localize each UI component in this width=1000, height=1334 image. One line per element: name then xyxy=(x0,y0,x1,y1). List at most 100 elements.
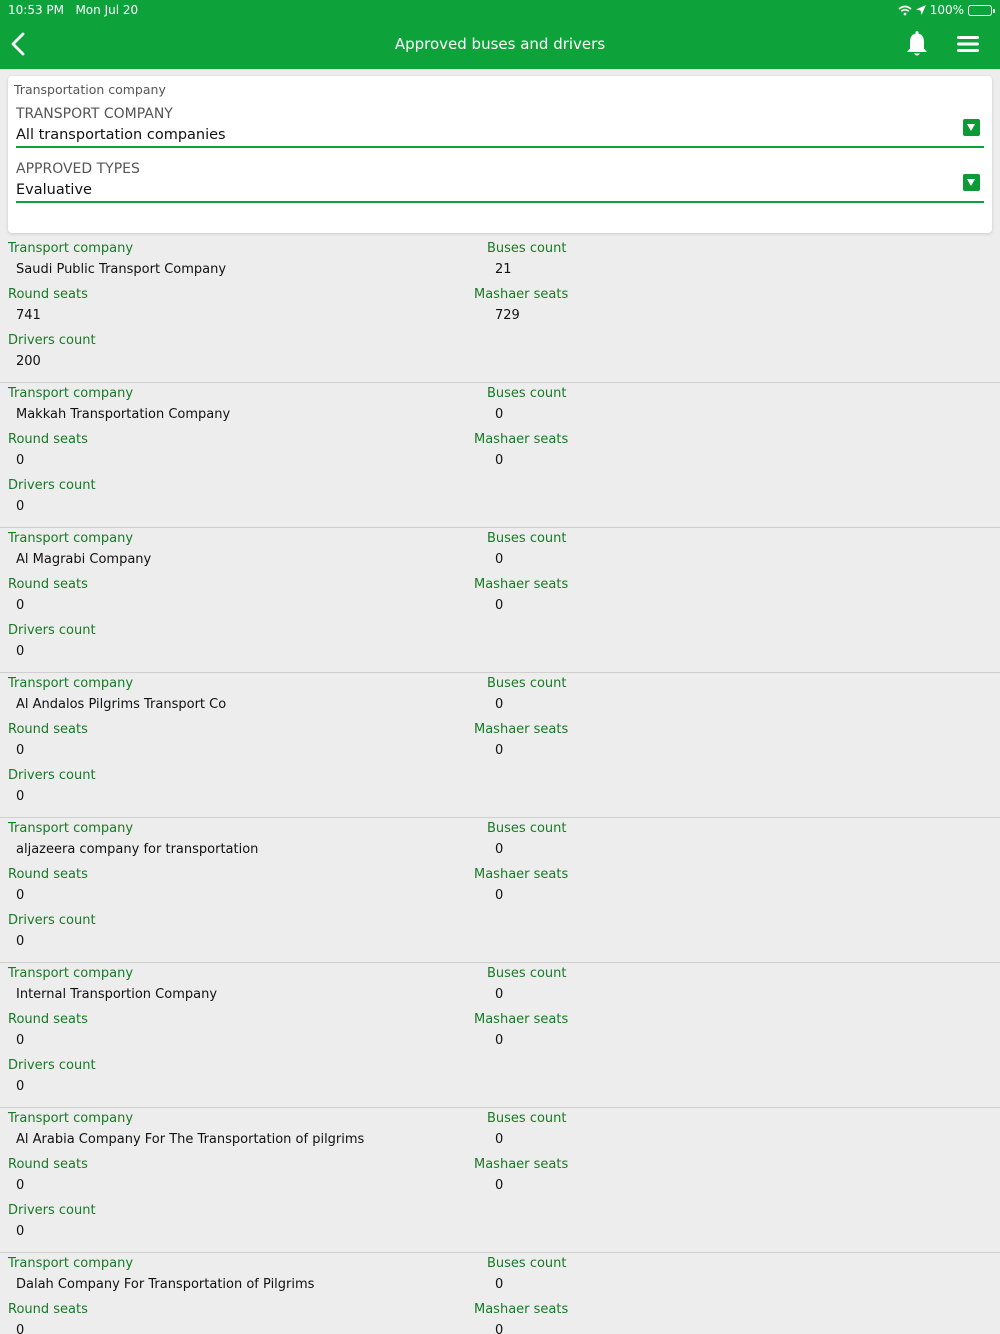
mashaer-seats-value: 0 xyxy=(495,453,504,468)
transport-company-select-label: TRANSPORT COMPANY xyxy=(16,106,173,122)
transport-company-label: Transport company xyxy=(8,676,134,691)
round-seats-value: 741 xyxy=(16,308,41,323)
transport-company-value: Al Arabia Company For The Transportation… xyxy=(16,1132,365,1147)
app-header: 10:53 PM Mon Jul 20 100% Approved buses … xyxy=(0,0,1000,69)
drivers-count-label: Drivers count xyxy=(8,478,96,493)
buses-count-label: Buses count xyxy=(487,531,567,546)
transport-company-label: Transport company xyxy=(8,966,134,981)
buses-count-value: 0 xyxy=(495,1132,504,1147)
battery-percent: 100% xyxy=(929,3,964,17)
round-seats-label: Round seats xyxy=(8,1012,88,1027)
round-seats-label: Round seats xyxy=(8,722,88,737)
buses-count-label: Buses count xyxy=(487,1256,567,1271)
round-seats-value: 0 xyxy=(16,1178,25,1193)
drivers-count-value: 0 xyxy=(16,934,25,949)
round-seats-label: Round seats xyxy=(8,867,88,882)
buses-count-label: Buses count xyxy=(487,821,567,836)
mashaer-seats-label: Mashaer seats xyxy=(474,1302,569,1317)
transport-company-label: Transport company xyxy=(8,1256,134,1271)
round-seats-label: Round seats xyxy=(8,577,88,592)
buses-count-value: 21 xyxy=(495,262,512,277)
filter-card-title: Transportation company xyxy=(14,82,166,97)
drivers-count-label: Drivers count xyxy=(8,623,96,638)
round-seats-label: Round seats xyxy=(8,1302,88,1317)
buses-count-label: Buses count xyxy=(487,1111,567,1126)
approved-types-select-value: Evaluative xyxy=(16,182,92,198)
status-time-text: 10:53 PM xyxy=(8,3,64,17)
drivers-count-value: 0 xyxy=(16,1079,25,1094)
buses-count-value: 0 xyxy=(495,842,504,857)
list-item: Transport company aljazeera company for … xyxy=(0,818,1000,963)
mashaer-seats-label: Mashaer seats xyxy=(474,867,569,882)
list-item: Transport company Saudi Public Transport… xyxy=(0,238,1000,383)
round-seats-value: 0 xyxy=(16,888,25,903)
location-arrow-icon xyxy=(915,5,926,15)
status-date-text: Mon Jul 20 xyxy=(75,3,139,17)
round-seats-label: Round seats xyxy=(8,1157,88,1172)
mashaer-seats-label: Mashaer seats xyxy=(474,722,569,737)
transport-company-value: Dalah Company For Transportation of Pilg… xyxy=(16,1277,315,1292)
transport-company-value: Al Magrabi Company xyxy=(16,552,152,567)
approved-types-select[interactable]: APPROVED TYPES Evaluative xyxy=(16,161,984,203)
approved-types-select-label: APPROVED TYPES xyxy=(16,161,140,177)
transport-company-select[interactable]: TRANSPORT COMPANY All transportation com… xyxy=(16,106,984,148)
mashaer-seats-value: 729 xyxy=(495,308,520,323)
mashaer-seats-value: 0 xyxy=(495,888,504,903)
round-seats-label: Round seats xyxy=(8,432,88,447)
mashaer-seats-value: 0 xyxy=(495,743,504,758)
list-item: Transport company Al Magrabi Company Bus… xyxy=(0,528,1000,673)
round-seats-label: Round seats xyxy=(8,287,88,302)
mashaer-seats-value: 0 xyxy=(495,1033,504,1048)
mashaer-seats-value: 0 xyxy=(495,1178,504,1193)
drivers-count-value: 0 xyxy=(16,644,25,659)
battery-icon xyxy=(968,4,995,16)
list-item: Transport company Internal Transportion … xyxy=(0,963,1000,1108)
round-seats-value: 0 xyxy=(16,1033,25,1048)
round-seats-value: 0 xyxy=(16,743,25,758)
transport-company-label: Transport company xyxy=(8,531,134,546)
list-item: Transport company Al Andalos Pilgrims Tr… xyxy=(0,673,1000,818)
buses-count-label: Buses count xyxy=(487,966,567,981)
mashaer-seats-value: 0 xyxy=(495,1323,504,1334)
mashaer-seats-label: Mashaer seats xyxy=(474,287,569,302)
drivers-count-value: 200 xyxy=(16,354,41,369)
mashaer-seats-label: Mashaer seats xyxy=(474,1012,569,1027)
drivers-count-value: 0 xyxy=(16,1224,25,1239)
list-item: Transport company Al Arabia Company For … xyxy=(0,1108,1000,1253)
drivers-count-label: Drivers count xyxy=(8,1058,96,1073)
mashaer-seats-value: 0 xyxy=(495,598,504,613)
list-item: Transport company Makkah Transportation … xyxy=(0,383,1000,528)
drivers-count-label: Drivers count xyxy=(8,1203,96,1218)
transport-company-label: Transport company xyxy=(8,241,134,256)
transport-company-value: Internal Transportion Company xyxy=(16,987,218,1002)
mashaer-seats-label: Mashaer seats xyxy=(474,1157,569,1172)
round-seats-value: 0 xyxy=(16,1323,25,1334)
buses-count-value: 0 xyxy=(495,697,504,712)
drivers-count-label: Drivers count xyxy=(8,333,96,348)
transport-company-label: Transport company xyxy=(8,1111,134,1126)
bell-icon[interactable] xyxy=(905,30,929,58)
buses-count-value: 0 xyxy=(495,1277,504,1292)
round-seats-value: 0 xyxy=(16,598,25,613)
transport-company-value: Makkah Transportation Company xyxy=(16,407,231,422)
buses-count-value: 0 xyxy=(495,987,504,1002)
dropdown-arrow-icon[interactable] xyxy=(963,119,980,136)
mashaer-seats-label: Mashaer seats xyxy=(474,577,569,592)
transport-company-value: Saudi Public Transport Company xyxy=(16,262,227,277)
page-title: Approved buses and drivers xyxy=(394,35,606,53)
transport-company-value: Al Andalos Pilgrims Transport Co xyxy=(16,697,227,712)
drivers-count-value: 0 xyxy=(16,499,25,514)
status-indicators: 100% xyxy=(898,3,995,17)
round-seats-value: 0 xyxy=(16,453,25,468)
drivers-count-label: Drivers count xyxy=(8,768,96,783)
drivers-count-label: Drivers count xyxy=(8,913,96,928)
mashaer-seats-label: Mashaer seats xyxy=(474,432,569,447)
hamburger-menu-icon[interactable] xyxy=(956,33,980,55)
filter-card: Transportation company TRANSPORT COMPANY… xyxy=(8,76,992,233)
buses-count-label: Buses count xyxy=(487,676,567,691)
transport-company-label: Transport company xyxy=(8,821,134,836)
status-time: 10:53 PM Mon Jul 20 xyxy=(8,3,138,17)
transport-company-value: aljazeera company for transportation xyxy=(16,842,259,857)
buses-count-label: Buses count xyxy=(487,241,567,256)
dropdown-arrow-icon[interactable] xyxy=(963,174,980,191)
